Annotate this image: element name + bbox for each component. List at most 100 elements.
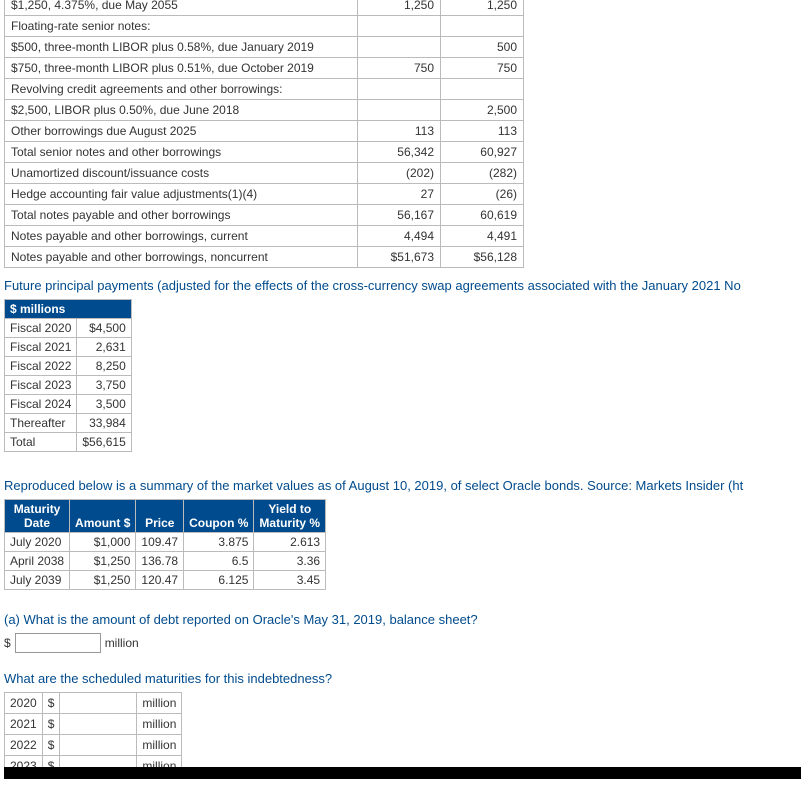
bonds-header-ytm: Yield toMaturity % [254, 500, 326, 533]
question-a: (a) What is the amount of debt reported … [4, 612, 801, 627]
borrowing-label: $2,500, LIBOR plus 0.50%, due June 2018 [5, 100, 358, 121]
borrowing-col1: 750 [358, 58, 441, 79]
sched-input[interactable] [61, 715, 135, 733]
future-value: $4,500 [77, 319, 131, 338]
borrowing-col2: 60,619 [441, 205, 524, 226]
bonds-header-amount: Amount $ [70, 500, 136, 533]
future-value: $56,615 [77, 433, 131, 452]
table-row: 2022$million [5, 735, 182, 756]
borrowing-col1: 113 [358, 121, 441, 142]
future-value: 3,500 [77, 395, 131, 414]
bond-cell: July 2039 [5, 571, 70, 590]
question-a-input[interactable] [15, 633, 101, 653]
borrowing-label: $1,250, 4.375%, due May 2055 [5, 0, 358, 16]
future-payments-text: Future principal payments (adjusted for … [4, 278, 801, 293]
borrowing-col1: 56,342 [358, 142, 441, 163]
table-row: Fiscal 20212,631 [5, 338, 132, 357]
bond-cell: 3.45 [254, 571, 326, 590]
borrowing-col2: (26) [441, 184, 524, 205]
borrowing-col1 [358, 37, 441, 58]
borrowing-label: Hedge accounting fair value adjustments(… [5, 184, 358, 205]
bond-cell: April 2038 [5, 552, 70, 571]
bond-cell: $1,000 [70, 533, 136, 552]
bond-cell: 136.78 [136, 552, 184, 571]
bond-cell: 6.5 [184, 552, 254, 571]
borrowing-label: $500, three-month LIBOR plus 0.58%, due … [5, 37, 358, 58]
borrowing-col2 [441, 16, 524, 37]
borrowing-col2: 60,927 [441, 142, 524, 163]
bonds-header-maturity: MaturityDate [5, 500, 70, 533]
table-row: Hedge accounting fair value adjustments(… [5, 184, 524, 205]
borrowing-label: Floating-rate senior notes: [5, 16, 358, 37]
table-row: July 2039$1,250120.476.1253.45 [5, 571, 326, 590]
borrowing-col1 [358, 16, 441, 37]
future-value: 33,984 [77, 414, 131, 433]
table-row: Fiscal 20233,750 [5, 376, 132, 395]
table-row: 2021$million [5, 714, 182, 735]
borrowing-label: Other borrowings due August 2025 [5, 121, 358, 142]
bonds-header-coupon: Coupon % [184, 500, 254, 533]
future-value: 3,750 [77, 376, 131, 395]
table-row: Thereafter33,984 [5, 414, 132, 433]
table-row: Total senior notes and other borrowings5… [5, 142, 524, 163]
borrowing-col1 [358, 100, 441, 121]
bonds-table: MaturityDate Amount $ Price Coupon % Yie… [4, 499, 326, 590]
future-year: Fiscal 2023 [5, 376, 77, 395]
bond-cell: 3.36 [254, 552, 326, 571]
borrowing-col2 [441, 79, 524, 100]
borrowings-table: $1,250, 4.375%, due May 20551,2501,250Fl… [4, 0, 524, 268]
borrowing-col2: 1,250 [441, 0, 524, 16]
future-year: Fiscal 2024 [5, 395, 77, 414]
bottom-bar [4, 767, 801, 779]
borrowing-col2: $56,128 [441, 247, 524, 268]
bond-cell: 109.47 [136, 533, 184, 552]
table-row: $500, three-month LIBOR plus 0.58%, due … [5, 37, 524, 58]
table-row: Other borrowings due August 2025113113 [5, 121, 524, 142]
borrowing-col2: 4,491 [441, 226, 524, 247]
borrowing-label: $750, three-month LIBOR plus 0.51%, due … [5, 58, 358, 79]
table-row: Notes payable and other borrowings, nonc… [5, 247, 524, 268]
future-year: Thereafter [5, 414, 77, 433]
table-row: Total notes payable and other borrowings… [5, 205, 524, 226]
table-row: $750, three-month LIBOR plus 0.51%, due … [5, 58, 524, 79]
future-value: 8,250 [77, 357, 131, 376]
question-b: What are the scheduled maturities for th… [4, 671, 801, 686]
future-payments-table: $ millions Fiscal 2020$4,500Fiscal 20212… [4, 299, 132, 452]
borrowing-col1: 4,494 [358, 226, 441, 247]
sched-year: 2020 [5, 693, 43, 714]
sched-currency: $ [42, 714, 60, 735]
sched-year: 2021 [5, 714, 43, 735]
borrowing-col2: 2,500 [441, 100, 524, 121]
future-year: Total [5, 433, 77, 452]
sched-currency: $ [42, 735, 60, 756]
borrowing-col2: 750 [441, 58, 524, 79]
borrowing-label: Notes payable and other borrowings, curr… [5, 226, 358, 247]
bond-cell: 6.125 [184, 571, 254, 590]
borrowing-col1: 27 [358, 184, 441, 205]
bonds-header-price: Price [136, 500, 184, 533]
bond-cell: 120.47 [136, 571, 184, 590]
borrowing-label: Total notes payable and other borrowings [5, 205, 358, 226]
table-row: Revolving credit agreements and other bo… [5, 79, 524, 100]
future-year: Fiscal 2021 [5, 338, 77, 357]
borrowing-col1 [358, 79, 441, 100]
table-row: Fiscal 20228,250 [5, 357, 132, 376]
borrowing-col1: $51,673 [358, 247, 441, 268]
borrowing-label: Unamortized discount/issuance costs [5, 163, 358, 184]
table-row: Fiscal 2020$4,500 [5, 319, 132, 338]
bond-cell: 3.875 [184, 533, 254, 552]
borrowing-col1: 56,167 [358, 205, 441, 226]
bond-cell: 2.613 [254, 533, 326, 552]
question-a-prefix: $ [4, 636, 11, 650]
table-row: Unamortized discount/issuance costs(202)… [5, 163, 524, 184]
table-row: April 2038$1,250136.786.53.36 [5, 552, 326, 571]
sched-currency: $ [42, 693, 60, 714]
sched-input[interactable] [61, 694, 135, 712]
sched-input[interactable] [61, 736, 135, 754]
bond-cell: July 2020 [5, 533, 70, 552]
borrowing-col1: (202) [358, 163, 441, 184]
future-payments-header: $ millions [5, 300, 132, 319]
borrowing-col1: 1,250 [358, 0, 441, 16]
borrowing-col2: (282) [441, 163, 524, 184]
table-row: $1,250, 4.375%, due May 20551,2501,250 [5, 0, 524, 16]
